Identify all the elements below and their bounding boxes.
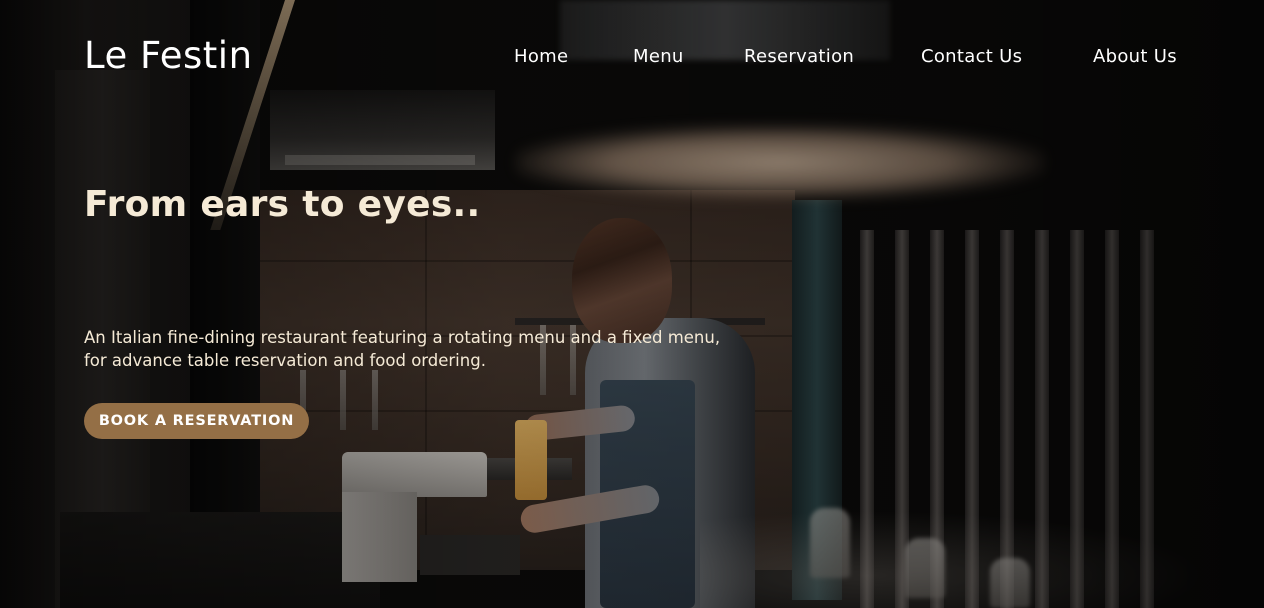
- nav-link-contact-us[interactable]: Contact Us: [921, 46, 1022, 67]
- main-nav: Home Menu Reservation Contact Us About U…: [0, 46, 1264, 72]
- hero-description: An Italian fine-dining restaurant featur…: [84, 328, 721, 370]
- book-reservation-button[interactable]: BOOK A RESERVATION: [84, 403, 309, 439]
- dark-overlay: [0, 0, 1264, 608]
- hero-background-image: [0, 0, 1264, 608]
- hero-title: From ears to eyes..: [84, 184, 481, 225]
- nav-link-menu[interactable]: Menu: [633, 46, 684, 67]
- nav-link-home[interactable]: Home: [514, 46, 568, 67]
- nav-link-reservation[interactable]: Reservation: [744, 46, 854, 67]
- nav-link-about-us[interactable]: About Us: [1093, 46, 1177, 67]
